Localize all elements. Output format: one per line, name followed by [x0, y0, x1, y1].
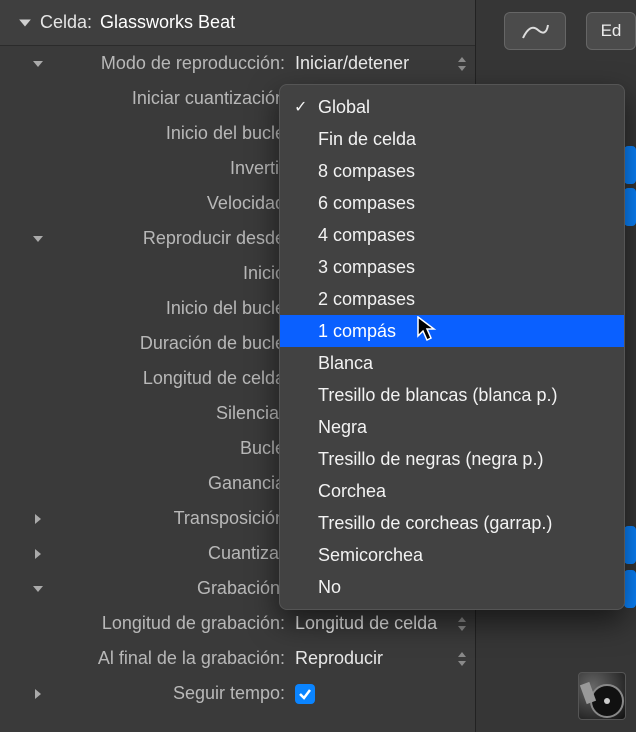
chevron-down-icon[interactable]	[18, 16, 32, 30]
menu-item-label: 1 compás	[318, 321, 396, 342]
menu-item[interactable]: Corchea	[280, 475, 624, 507]
param-row[interactable]: Seguir tempo:	[0, 676, 475, 711]
param-label: Silenciar	[48, 403, 291, 424]
param-row[interactable]: Al final de la grabación:Reproducir	[0, 641, 475, 676]
menu-item[interactable]: Blanca	[280, 347, 624, 379]
param-row[interactable]: Longitud de grabación:Longitud de celda	[0, 606, 475, 641]
menu-item[interactable]: 3 compases	[280, 251, 624, 283]
param-label: Inicio del bucle	[48, 298, 291, 319]
stepper-arrows-icon[interactable]	[457, 616, 467, 632]
cell-header-label: Celda:	[40, 12, 92, 33]
menu-item[interactable]: Semicorchea	[280, 539, 624, 571]
param-row[interactable]: Modo de reproducción:Iniciar/detener	[0, 46, 475, 81]
blue-track-segment[interactable]	[624, 188, 636, 226]
chevron-right-icon[interactable]	[32, 688, 44, 700]
cell-header[interactable]: Celda: Glassworks Beat	[0, 0, 475, 46]
param-label: Bucle	[48, 438, 291, 459]
menu-item-label: Blanca	[318, 353, 373, 374]
param-value-text: Iniciar/detener	[295, 53, 409, 74]
check-icon: ✓	[294, 97, 318, 117]
param-label: Reproducir desde	[48, 228, 291, 249]
param-value-text: Reproducir	[295, 648, 383, 669]
menu-item-label: Global	[318, 97, 370, 118]
clip-thumbnail[interactable]	[578, 672, 626, 720]
menu-item-label: 8 compases	[318, 161, 415, 182]
menu-item-label: 6 compases	[318, 193, 415, 214]
param-value[interactable]: Iniciar/detener	[291, 53, 475, 74]
cell-header-value: Glassworks Beat	[100, 12, 235, 33]
menu-item-label: 4 compases	[318, 225, 415, 246]
quantize-dropdown-menu[interactable]: ✓Global Fin de celda 8 compases 6 compases 4…	[279, 84, 625, 610]
param-label: Invertir	[48, 158, 291, 179]
menu-item-label: Fin de celda	[318, 129, 416, 150]
param-label: Longitud de celda	[48, 368, 291, 389]
menu-item-label: Semicorchea	[318, 545, 423, 566]
menu-item[interactable]: 2 compases	[280, 283, 624, 315]
menu-item[interactable]: No	[280, 571, 624, 603]
param-label: Velocidad	[48, 193, 291, 214]
param-value[interactable]	[291, 684, 475, 704]
stepper-arrows-icon[interactable]	[457, 651, 467, 667]
menu-item-label: 3 compases	[318, 257, 415, 278]
menu-item[interactable]: ✓Global	[280, 91, 624, 123]
stepper-arrows-icon[interactable]	[457, 56, 467, 72]
blue-track-segment[interactable]	[624, 146, 636, 184]
param-value[interactable]: Reproducir	[291, 648, 475, 669]
param-label: Transposición	[48, 508, 291, 529]
menu-item[interactable]: 8 compases	[280, 155, 624, 187]
edit-button-label: Ed	[601, 21, 622, 41]
chevron-right-icon[interactable]	[32, 548, 44, 560]
param-label: Duración de bucle	[48, 333, 291, 354]
menu-item-label: 2 compases	[318, 289, 415, 310]
param-label: Inicio del bucle	[48, 123, 291, 144]
param-label: Grabación:	[48, 578, 291, 599]
chevron-down-icon[interactable]	[32, 583, 44, 595]
menu-item[interactable]: 1 compás	[280, 315, 624, 347]
menu-item[interactable]: Fin de celda	[280, 123, 624, 155]
param-label: Cuantizar	[48, 543, 291, 564]
editor-edit-button[interactable]: Ed	[586, 12, 636, 50]
param-label: Longitud de grabación:	[48, 613, 291, 634]
menu-item-label: No	[318, 577, 341, 598]
param-label: Modo de reproducción:	[48, 53, 291, 74]
menu-item-label: Tresillo de corcheas (garrap.)	[318, 513, 552, 534]
param-label: Inicio	[48, 263, 291, 284]
param-label: Ganancia	[48, 473, 291, 494]
blue-track-segment[interactable]	[624, 526, 636, 564]
menu-item-label: Corchea	[318, 481, 386, 502]
chevron-down-icon[interactable]	[32, 58, 44, 70]
menu-item[interactable]: 6 compases	[280, 187, 624, 219]
menu-item[interactable]: Negra	[280, 411, 624, 443]
param-label: Iniciar cuantización	[48, 88, 291, 109]
param-label: Al final de la grabación:	[48, 648, 291, 669]
checkbox[interactable]	[295, 684, 315, 704]
chevron-right-icon[interactable]	[32, 513, 44, 525]
menu-item-label: Negra	[318, 417, 367, 438]
menu-item[interactable]: Tresillo de negras (negra p.)	[280, 443, 624, 475]
menu-item[interactable]: 4 compases	[280, 219, 624, 251]
menu-item[interactable]: Tresillo de corcheas (garrap.)	[280, 507, 624, 539]
menu-item-label: Tresillo de blancas (blanca p.)	[318, 385, 557, 406]
menu-item[interactable]: Tresillo de blancas (blanca p.)	[280, 379, 624, 411]
toolbar-curve-button[interactable]	[504, 12, 566, 50]
param-value[interactable]: Longitud de celda	[291, 613, 475, 634]
param-value-text: Longitud de celda	[295, 613, 437, 634]
chevron-down-icon[interactable]	[32, 233, 44, 245]
menu-item-label: Tresillo de negras (negra p.)	[318, 449, 543, 470]
param-label: Seguir tempo:	[48, 683, 291, 704]
blue-track-segment[interactable]	[624, 570, 636, 608]
